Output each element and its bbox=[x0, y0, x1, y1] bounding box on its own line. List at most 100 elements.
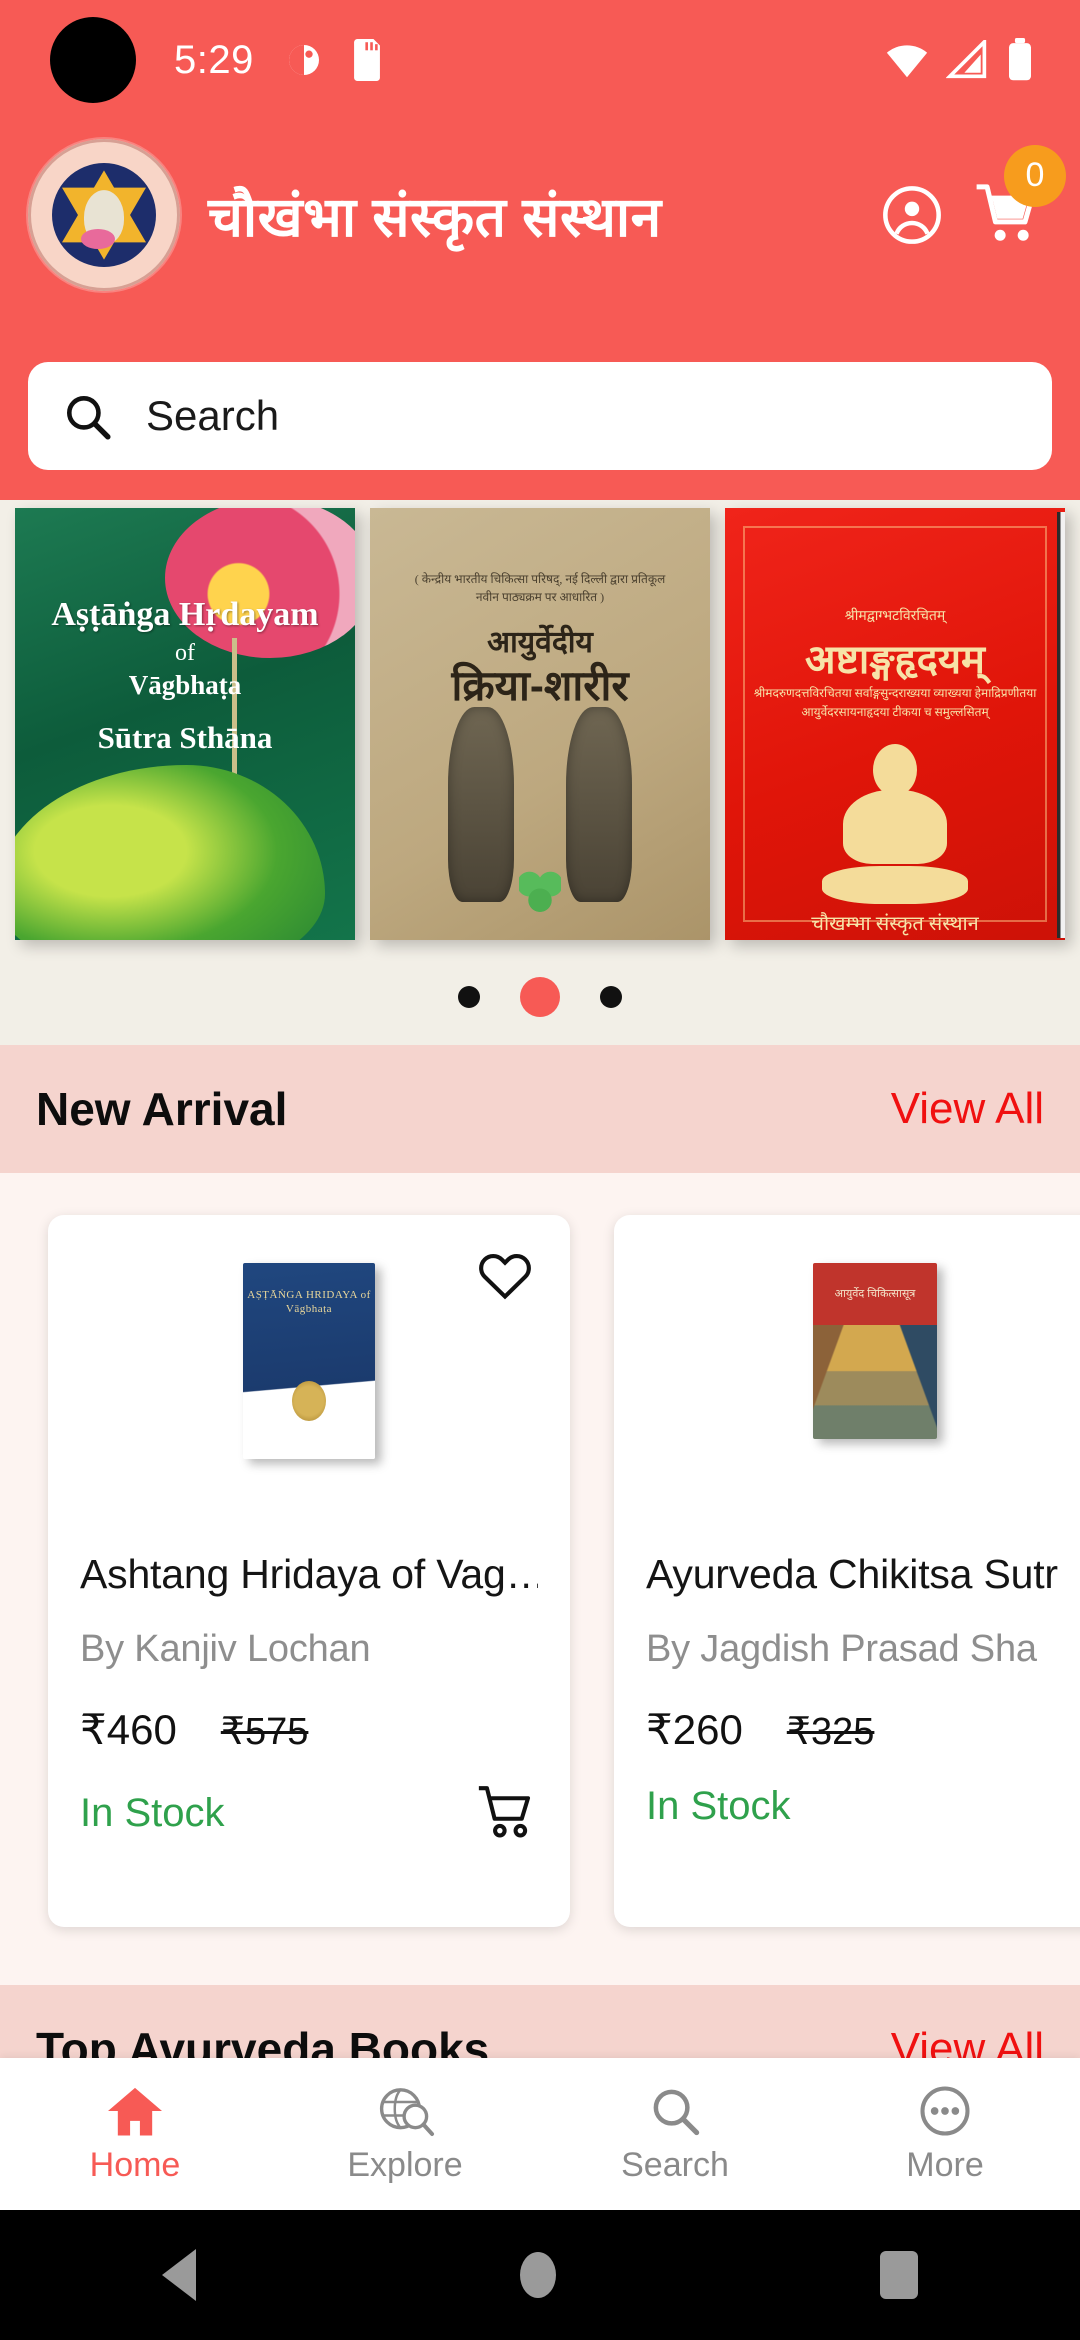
book-spine-art bbox=[1057, 512, 1065, 938]
product-author: By Jagdish Prasad Sha bbox=[646, 1628, 1037, 1670]
explore-globe-icon bbox=[379, 2087, 435, 2136]
product-card[interactable]: AṢṬĀṄGA HRIDAYA of Vāgbhaṭa Ashtang Hrid… bbox=[48, 1215, 570, 1927]
app-bar-actions: 0 bbox=[880, 144, 1066, 250]
app-bar-row: चौखंभा संस्कृत संस्थान 0 bbox=[0, 120, 1080, 310]
more-dots-icon bbox=[920, 2085, 970, 2136]
product-author: By Kanjiv Lochan bbox=[80, 1628, 371, 1670]
product-price-row: ₹460 ₹575 bbox=[80, 1705, 538, 1754]
nav-item-home[interactable]: Home bbox=[0, 2084, 270, 2185]
bottom-navigation: Home Explore Search More bbox=[0, 2058, 1080, 2210]
slide3-line2: श्रीमदरुणदत्तविरचितया सर्वाङ्गसुन्दराख्य… bbox=[753, 686, 1037, 720]
book-cover-ashtang: AṢṬĀṄGA HRIDAYA of Vāgbhaṭa bbox=[243, 1263, 375, 1459]
search-icon bbox=[653, 2089, 700, 2135]
page-title: चौखंभा संस्कृत संस्थान bbox=[208, 185, 662, 248]
heart-outline-icon[interactable] bbox=[476, 1247, 534, 1305]
slide2-subtitle: ( केन्द्रीय भारतीय चिकित्सा परिषद्, नई द… bbox=[414, 572, 666, 604]
carousel-slide-3[interactable]: श्रीमद्वाग्भटविरचितम् अष्टाङ्गहृदयम् श्र… bbox=[725, 508, 1065, 940]
status-time: 5:29 bbox=[174, 37, 254, 82]
search-input[interactable]: Search bbox=[28, 362, 1052, 470]
home-circle-icon[interactable] bbox=[520, 2252, 556, 2298]
product-image-area: आयुर्वेद चिकित्सासूत्र bbox=[646, 1241, 1080, 1541]
lotus-flower-art bbox=[165, 508, 355, 658]
status-right-icons bbox=[884, 38, 1044, 82]
slide1-line4: Sūtra Sthāna bbox=[97, 720, 273, 755]
carousel-strip: Aṣṭāṅga Hṛdayam of Vāgbhaṭa Sūtra Sthāna… bbox=[0, 500, 1080, 940]
nav-item-more[interactable]: More bbox=[810, 2084, 1080, 2185]
signal-icon bbox=[946, 40, 987, 79]
logo-lotus bbox=[80, 229, 115, 250]
yogi-body bbox=[843, 790, 947, 864]
alarm-icon bbox=[288, 45, 319, 75]
carousel-slide-1[interactable]: Aṣṭāṅga Hṛdayam of Vāgbhaṭa Sūtra Sthāna bbox=[15, 508, 355, 940]
book-cover-chikitsa: आयुर्वेद चिकित्सासूत्र bbox=[813, 1263, 937, 1439]
slide1-line3: Vāgbhaṭa bbox=[128, 670, 242, 700]
slide3-line1: अष्टाङ्गहृदयम् bbox=[805, 638, 985, 682]
search-icon bbox=[67, 396, 111, 440]
carousel-dot-3[interactable] bbox=[600, 986, 622, 1008]
nav-label: Search bbox=[621, 2145, 729, 2184]
slide3-line3: चौखम्भा संस्कृत संस्थान bbox=[811, 913, 979, 935]
cover-title-text: AṢṬĀṄGA HRIDAYA of Vāgbhaṭa bbox=[247, 1289, 371, 1315]
brand-logo[interactable] bbox=[28, 139, 180, 291]
product-stock-row: In Stock bbox=[80, 1784, 538, 1842]
slide1-line1: Aṣṭāṅga Hṛdayam bbox=[51, 596, 319, 633]
cover-title-text: आयुर्वेद चिकित्सासूत्र bbox=[813, 1263, 937, 1325]
camera-punch-hole bbox=[50, 17, 136, 103]
anatomy-figure-back bbox=[448, 707, 514, 902]
product-price: ₹460 bbox=[80, 1706, 177, 1753]
nav-label: More bbox=[906, 2145, 984, 2184]
cover-art bbox=[813, 1325, 937, 1439]
product-cover-image: आयुर्वेद चिकित्सासूत्र bbox=[813, 1263, 937, 1439]
product-card[interactable]: आयुर्वेद चिकित्सासूत्र Ayurveda Chikitsa… bbox=[614, 1215, 1080, 1927]
cover-seal-art bbox=[292, 1381, 326, 1421]
cart-button[interactable]: 0 bbox=[974, 144, 1066, 250]
slide2-line1: आयुर्वेदीय bbox=[487, 626, 593, 659]
yogi-head bbox=[873, 744, 917, 796]
product-old-price: ₹325 bbox=[786, 1711, 875, 1753]
product-title: Ayurveda Chikitsa Sutr bbox=[646, 1551, 1058, 1597]
recents-icon[interactable] bbox=[880, 2251, 918, 2299]
product-image-area: AṢṬĀṄGA HRIDAYA of Vāgbhaṭa bbox=[80, 1241, 538, 1541]
product-title: Ashtang Hridaya of Vag… bbox=[80, 1551, 538, 1597]
nav-label: Home bbox=[89, 2145, 181, 2184]
sd-card-icon bbox=[353, 39, 380, 81]
status-bar: 5:29 bbox=[0, 0, 1080, 120]
view-all-link[interactable]: View All bbox=[891, 1084, 1044, 1134]
anatomy-figure-front bbox=[566, 707, 632, 902]
product-cover-image: AṢṬĀṄGA HRIDAYA of Vāgbhaṭa bbox=[243, 1263, 375, 1459]
yogi-figure-art bbox=[822, 744, 968, 904]
section-title: New Arrival bbox=[36, 1083, 288, 1135]
carousel-dot-2-active[interactable] bbox=[520, 977, 560, 1017]
cart-count-badge: 0 bbox=[1004, 144, 1066, 207]
product-old-price: ₹575 bbox=[220, 1711, 309, 1753]
product-price: ₹260 bbox=[646, 1706, 743, 1753]
section-header-new-arrival: New Arrival View All bbox=[0, 1045, 1080, 1173]
carousel-dots[interactable] bbox=[0, 977, 1080, 1017]
product-price-row: ₹260 ₹325 bbox=[646, 1705, 1080, 1754]
nav-item-search[interactable]: Search bbox=[540, 2084, 810, 2185]
status-left-icons bbox=[284, 39, 384, 81]
app-screen: 5:29 चौखंभा संस्कृत संस्थान 0 Search Aṣṭ… bbox=[0, 0, 1080, 2340]
carousel-slide-2[interactable]: ( केन्द्रीय भारतीय चिकित्सा परिषद्, नई द… bbox=[370, 508, 710, 940]
sprout-art bbox=[519, 868, 561, 914]
nav-label: Explore bbox=[347, 2145, 463, 2184]
slide3-line0: श्रीमद्वाग्भटविरचितम् bbox=[844, 609, 946, 624]
promo-carousel[interactable]: Aṣṭāṅga Hṛdayam of Vāgbhaṭa Sūtra Sthāna… bbox=[0, 500, 1080, 1045]
status-badge: In Stock bbox=[646, 1784, 791, 1828]
android-system-nav bbox=[0, 2210, 1080, 2340]
leaf-art bbox=[15, 765, 325, 940]
product-list: AṢṬĀṄGA HRIDAYA of Vāgbhaṭa Ashtang Hrid… bbox=[0, 1215, 1080, 1955]
battery-icon bbox=[1009, 38, 1031, 81]
wifi-icon bbox=[886, 45, 928, 78]
slide2-line2: क्रिया-शारीर bbox=[451, 662, 629, 709]
home-icon bbox=[108, 2087, 162, 2136]
slide1-line2: of bbox=[175, 640, 195, 666]
back-icon[interactable] bbox=[162, 2249, 196, 2301]
account-circle-icon[interactable] bbox=[880, 183, 944, 247]
status-badge: In Stock bbox=[80, 1790, 225, 1835]
carousel-dot-1[interactable] bbox=[458, 986, 480, 1008]
yogi-base bbox=[822, 866, 968, 904]
product-stock-row: In Stock bbox=[646, 1784, 1080, 1829]
nav-item-explore[interactable]: Explore bbox=[270, 2084, 540, 2185]
add-to-cart-icon[interactable] bbox=[476, 1784, 538, 1842]
